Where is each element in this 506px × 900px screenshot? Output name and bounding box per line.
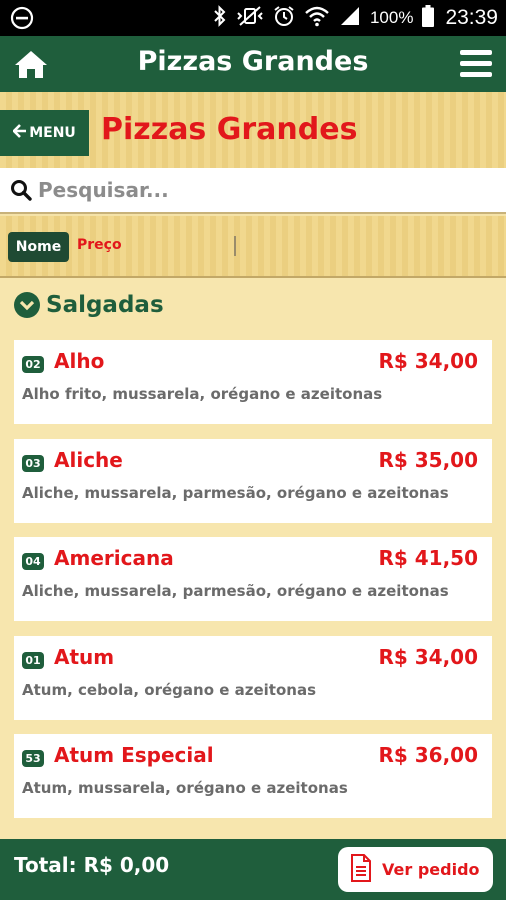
list-item[interactable]: 03 Aliche R$ 35,00 Aliche, mussarela, pa… <box>14 439 492 523</box>
bluetooth-icon <box>213 4 227 32</box>
item-code-badge: 01 <box>22 652 44 669</box>
sort-divider <box>234 236 236 256</box>
battery-percent: 100% <box>369 8 414 27</box>
hamburger-menu-icon <box>460 50 492 77</box>
item-price: R$ 34,00 <box>378 645 478 669</box>
product-list: Salgadas 02 Alho R$ 34,00 Alho frito, mu… <box>0 278 506 839</box>
order-footer: Total: R$ 0,00 Ver pedido <box>0 839 506 900</box>
list-item[interactable]: 04 Americana R$ 41,50 Aliche, mussarela,… <box>14 537 492 621</box>
section-header-salgadas[interactable]: Salgadas <box>14 292 164 318</box>
hamburger-menu-button[interactable] <box>460 50 492 78</box>
item-code-badge: 04 <box>22 553 44 570</box>
do-not-disturb-icon <box>10 6 34 34</box>
order-total: Total: R$ 0,00 <box>14 853 170 877</box>
item-name: Atum <box>54 645 115 669</box>
item-description: Atum, mussarela, orégano e azeitonas <box>22 779 348 797</box>
document-icon <box>350 853 372 886</box>
sort-by-name-button[interactable]: Nome <box>8 232 69 262</box>
item-description: Aliche, mussarela, parmesão, orégano e a… <box>22 484 449 502</box>
item-price: R$ 34,00 <box>378 349 478 373</box>
item-description: Atum, cebola, orégano e azeitonas <box>22 681 317 699</box>
status-bar: 100% 23:39 <box>0 0 506 36</box>
view-order-button[interactable]: Ver pedido <box>338 847 493 892</box>
list-item[interactable]: 01 Atum R$ 34,00 Atum, cebola, orégano e… <box>14 636 492 720</box>
arrow-left-icon <box>12 124 27 142</box>
vibrate-icon <box>236 5 264 32</box>
sort-bar: Nome Preço <box>0 216 506 278</box>
chevron-down-circle-icon <box>14 292 40 318</box>
item-code-badge: 03 <box>22 455 44 472</box>
item-name: Alho <box>54 349 105 373</box>
app-bar: Pizzas Grandes <box>0 36 506 92</box>
item-price: R$ 41,50 <box>378 546 478 570</box>
list-item[interactable]: 02 Alho R$ 34,00 Alho frito, mussarela, … <box>14 340 492 424</box>
item-price: R$ 36,00 <box>378 743 478 767</box>
search-bar <box>0 168 506 214</box>
section-title: Salgadas <box>46 292 164 318</box>
sort-by-price-button[interactable]: Preço <box>77 237 122 253</box>
wifi-icon <box>304 5 330 32</box>
item-name: Aliche <box>54 448 123 472</box>
clock: 23:39 <box>445 6 498 29</box>
search-input[interactable] <box>38 178 488 202</box>
battery-icon <box>422 4 435 32</box>
search-icon <box>10 179 32 201</box>
page-header: MENU Pizzas Grandes <box>0 92 506 168</box>
page-title: Pizzas Grandes <box>101 112 358 147</box>
item-name: Atum Especial <box>54 743 214 767</box>
app-title: Pizzas Grandes <box>137 46 369 77</box>
item-price: R$ 35,00 <box>378 448 478 472</box>
view-order-label: Ver pedido <box>382 860 480 879</box>
list-item[interactable]: 53 Atum Especial R$ 36,00 Atum, mussarel… <box>14 734 492 818</box>
item-description: Alho frito, mussarela, orégano e azeiton… <box>22 385 383 403</box>
item-code-badge: 02 <box>22 356 44 373</box>
item-description: Aliche, mussarela, parmesão, orégano e a… <box>22 582 449 600</box>
item-code-badge: 53 <box>22 750 44 767</box>
alarm-icon <box>273 5 295 32</box>
back-to-menu-button[interactable]: MENU <box>0 110 89 156</box>
item-name: Americana <box>54 546 174 570</box>
signal-icon <box>339 5 361 32</box>
back-button-label: MENU <box>29 125 76 141</box>
